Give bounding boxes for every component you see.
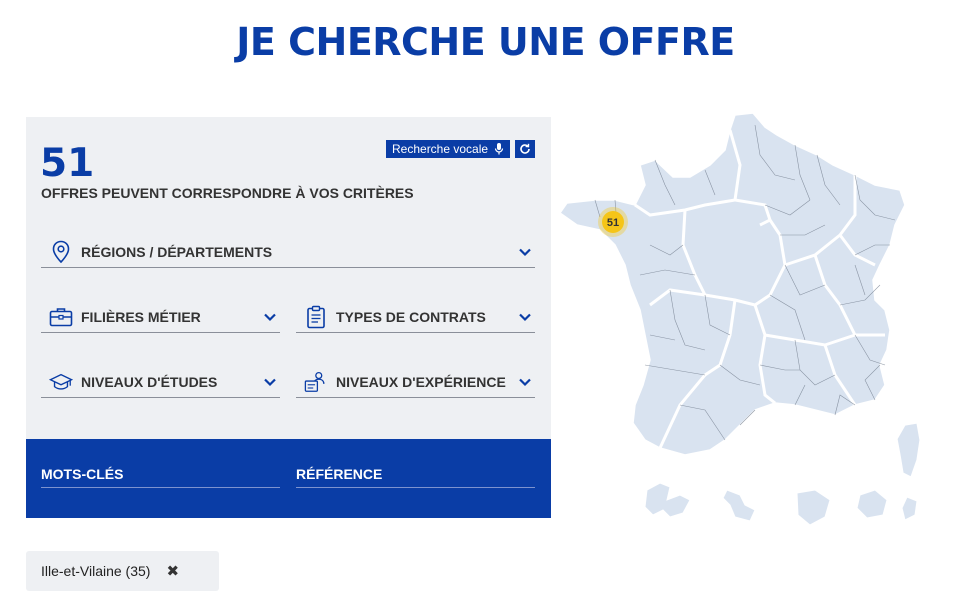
chevron-down-icon <box>264 313 276 322</box>
results-text: OFFRES PEUVENT CORRESPONDRE À VOS CRITÈR… <box>41 185 414 201</box>
page-title: JE CHERCHE UNE OFFRE <box>236 20 735 64</box>
overseas-martinique[interactable] <box>722 489 756 522</box>
search-panel: 51 OFFRES PEUVENT CORRESPONDRE À VOS CRI… <box>26 117 551 439</box>
overseas-reunion[interactable] <box>856 489 888 519</box>
keywords-field[interactable]: MOTS-CLÉS <box>41 463 280 488</box>
france-map[interactable]: 51 <box>555 105 955 535</box>
microphone-icon <box>494 143 504 155</box>
chevron-down-icon <box>519 248 531 257</box>
overseas-mayotte[interactable] <box>901 496 918 521</box>
filter-filieres[interactable]: FILIÈRES MÉTIER <box>41 302 280 333</box>
map-marker-count: 51 <box>607 217 619 229</box>
filter-regions[interactable]: RÉGIONS / DÉPARTEMENTS <box>41 237 535 268</box>
voice-search-label: Recherche vocale <box>392 142 489 156</box>
map-marker-cluster[interactable]: 51 <box>598 207 628 237</box>
refresh-icon <box>520 143 530 154</box>
briefcase-icon <box>49 305 73 329</box>
filter-experience[interactable]: NIVEAUX D'EXPÉRIENCE <box>296 367 535 398</box>
graduation-cap-icon <box>49 370 73 394</box>
chevron-down-icon <box>519 313 531 322</box>
active-filter-tag-label: Ille-et-Vilaine (35) <box>41 563 151 579</box>
overseas-guyane[interactable] <box>796 489 831 526</box>
clipboard-icon <box>304 305 328 329</box>
filter-contrats-label: TYPES DE CONTRATS <box>336 309 486 325</box>
filter-filieres-label: FILIÈRES MÉTIER <box>81 309 201 325</box>
filter-experience-label: NIVEAUX D'EXPÉRIENCE <box>336 374 506 390</box>
chevron-down-icon <box>264 378 276 387</box>
text-search-band: MOTS-CLÉS RÉFÉRENCE <box>26 439 551 518</box>
filter-regions-label: RÉGIONS / DÉPARTEMENTS <box>81 244 273 260</box>
chevron-down-icon <box>519 378 531 387</box>
active-filter-tag: Ille-et-Vilaine (35) ✖ <box>26 551 219 591</box>
reset-button[interactable] <box>515 140 535 158</box>
location-pin-icon <box>49 240 73 264</box>
filter-etudes-label: NIVEAUX D'ÉTUDES <box>81 374 218 390</box>
voice-search-button[interactable]: Recherche vocale <box>386 140 511 158</box>
reference-field[interactable]: RÉFÉRENCE <box>296 463 535 488</box>
filter-etudes[interactable]: NIVEAUX D'ÉTUDES <box>41 367 280 398</box>
results-count: 51 <box>40 141 95 186</box>
filter-contrats[interactable]: TYPES DE CONTRATS <box>296 302 535 333</box>
corsica[interactable] <box>896 422 921 478</box>
overseas-guadeloupe[interactable] <box>644 482 691 518</box>
user-cv-icon <box>304 370 328 394</box>
remove-tag-button[interactable]: ✖ <box>166 562 179 580</box>
